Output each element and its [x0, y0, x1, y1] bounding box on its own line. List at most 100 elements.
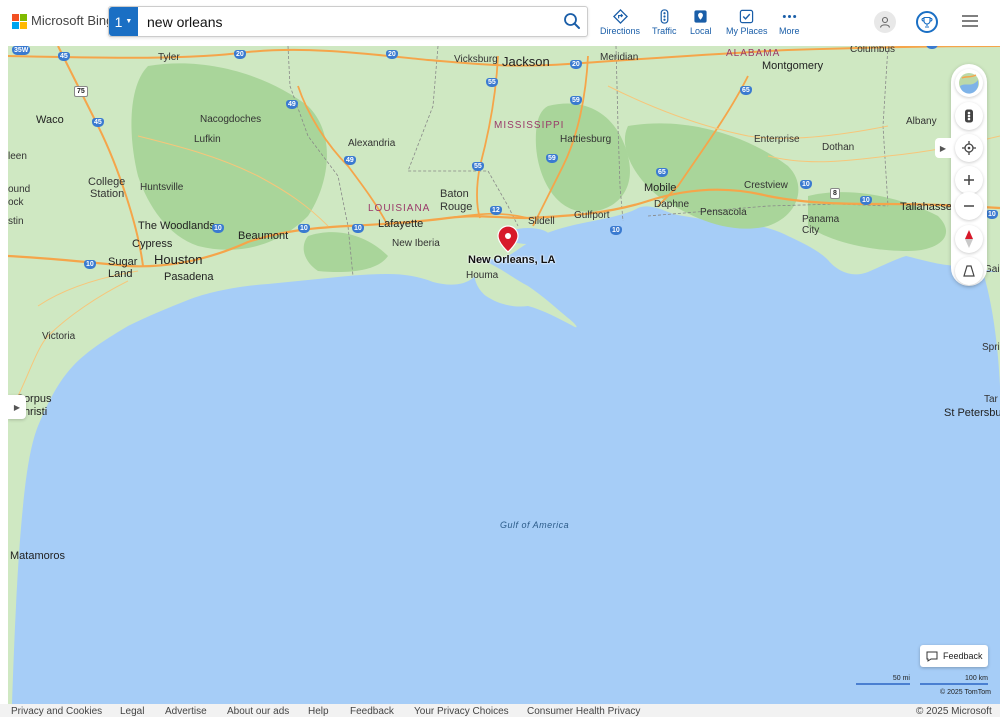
- highway-shield: 10: [860, 196, 872, 205]
- collapse-controls-button[interactable]: ▶: [935, 138, 951, 158]
- map-label: leen: [8, 151, 27, 162]
- nav-local[interactable]: Local: [690, 9, 712, 36]
- footer-link[interactable]: Help: [308, 706, 329, 717]
- scale-bar-miles: 50 mi: [856, 675, 910, 685]
- map-label: Land: [108, 268, 133, 280]
- footer-copyright: © 2025 Microsoft: [916, 706, 992, 717]
- scale-miles: 50 mi: [892, 675, 910, 682]
- map-label: Crestview: [744, 180, 788, 191]
- map-label: Tyler: [158, 52, 180, 63]
- florida-land: [983, 272, 1000, 386]
- highway-shield: 35W: [12, 46, 31, 55]
- map-label: City: [802, 225, 820, 236]
- nav-more[interactable]: More: [779, 9, 800, 36]
- nav-traffic[interactable]: Traffic: [652, 9, 677, 36]
- mississippi-delta: [474, 258, 577, 328]
- map-label: Hattiesburg: [560, 134, 612, 145]
- footer-link[interactable]: Advertise: [165, 706, 207, 717]
- highway-shield: 10: [212, 224, 224, 233]
- highway-shield: 49: [286, 100, 298, 109]
- user-account-button[interactable]: [874, 11, 896, 33]
- search-input[interactable]: [145, 10, 549, 34]
- location-pin-dot: [505, 233, 511, 239]
- highway-shield: 10: [352, 224, 364, 233]
- bing-logo[interactable]: Microsoft Bing: [12, 13, 114, 29]
- microsoft-logo-icon: [12, 13, 27, 29]
- my-places-icon: [740, 9, 754, 24]
- feedback-label: Feedback: [943, 651, 983, 661]
- user-icon: [879, 16, 891, 28]
- footer-link[interactable]: Legal: [120, 706, 144, 717]
- chevron-right-icon: ▶: [939, 143, 947, 153]
- map-label: Jackson: [502, 54, 550, 69]
- traffic-layer-button[interactable]: [955, 102, 983, 130]
- map-label: Sugar: [108, 256, 138, 268]
- local-icon: [694, 10, 707, 23]
- footer: Privacy and Cookies Legal Advertise Abou…: [0, 704, 1000, 717]
- highway-shield: 59: [546, 154, 558, 163]
- footer-link[interactable]: About our ads: [227, 706, 289, 717]
- scale-line: [920, 683, 988, 685]
- highway-shield: 55: [472, 162, 484, 171]
- chevron-right-icon: ▶: [13, 402, 21, 412]
- nav-label: More: [779, 26, 800, 36]
- hamburger-menu-icon[interactable]: [962, 14, 978, 28]
- map-label: Gulf of America: [500, 520, 570, 530]
- map-style-icon: [959, 73, 979, 94]
- footer-link[interactable]: Feedback: [350, 706, 394, 717]
- highway-shield: 20: [234, 50, 246, 59]
- map-label: Tar: [984, 394, 998, 405]
- map-label: Pasadena: [164, 271, 214, 283]
- nav-my-places[interactable]: My Places: [726, 9, 768, 36]
- map-label: Matamoros: [10, 550, 66, 562]
- map-label: Rouge: [440, 201, 473, 213]
- zoom-out-button[interactable]: [955, 192, 983, 220]
- rewards-button[interactable]: [916, 11, 938, 33]
- plus-icon: [964, 175, 974, 185]
- map-label: Lafayette: [378, 218, 424, 230]
- nav-label: Traffic: [652, 26, 677, 36]
- nav-label: Directions: [600, 26, 641, 36]
- directions-icon: [612, 9, 628, 24]
- highway-shield: 20: [570, 60, 582, 69]
- footer-link[interactable]: Consumer Health Privacy: [527, 706, 640, 717]
- traffic-icon: [660, 9, 669, 24]
- map-label: MISSISSIPPI: [494, 120, 565, 131]
- map-label: Enterprise: [754, 134, 800, 145]
- map-label: Alexandria: [348, 138, 396, 149]
- map-label: ound: [8, 184, 31, 195]
- tilt-view-button[interactable]: [955, 257, 983, 285]
- map-canvas[interactable]: Tyler Vicksburg Jackson Meridian ALABAMA…: [8, 46, 1000, 704]
- search-box: 1 ▼: [108, 6, 588, 37]
- expand-panel-button[interactable]: ▶: [8, 395, 26, 419]
- map-label: Gulfport: [574, 210, 610, 221]
- map-label: Station: [90, 188, 125, 200]
- map-label: stin: [8, 216, 24, 227]
- locate-me-button[interactable]: [955, 134, 983, 162]
- highway-shield: 10: [800, 180, 812, 189]
- highway-shield: 10: [298, 224, 310, 233]
- footer-link[interactable]: Your Privacy Choices: [414, 706, 509, 717]
- map-label: Montgomery: [762, 60, 824, 72]
- map-label: The Woodlands: [138, 220, 215, 232]
- map-label: Dothan: [822, 142, 855, 153]
- map-label: Pensacola: [700, 207, 747, 218]
- zoom-in-button[interactable]: [955, 166, 983, 194]
- footer-link[interactable]: Privacy and Cookies: [11, 706, 102, 717]
- highway-shield: 10: [84, 260, 96, 269]
- highway-shield: 65: [656, 168, 668, 177]
- compass-icon: [965, 230, 973, 248]
- compass-button[interactable]: [955, 225, 983, 253]
- map-feedback-button[interactable]: Feedback: [920, 645, 988, 667]
- map-label: ALABAMA: [726, 48, 781, 59]
- map-style-button[interactable]: [955, 69, 983, 97]
- top-bar: Microsoft Bing 1 ▼ Directions Traffic Lo…: [0, 0, 1000, 46]
- map-label: New Iberia: [392, 238, 440, 249]
- nav-directions[interactable]: Directions: [600, 9, 640, 36]
- logo-text: Microsoft Bing: [31, 13, 114, 28]
- search-icon[interactable]: [563, 12, 581, 30]
- map-label: Slidell: [528, 216, 555, 227]
- map-label: Baton: [440, 188, 469, 200]
- highway-shield: 49: [344, 156, 356, 165]
- result-count-dropdown[interactable]: 1 ▼: [109, 7, 138, 36]
